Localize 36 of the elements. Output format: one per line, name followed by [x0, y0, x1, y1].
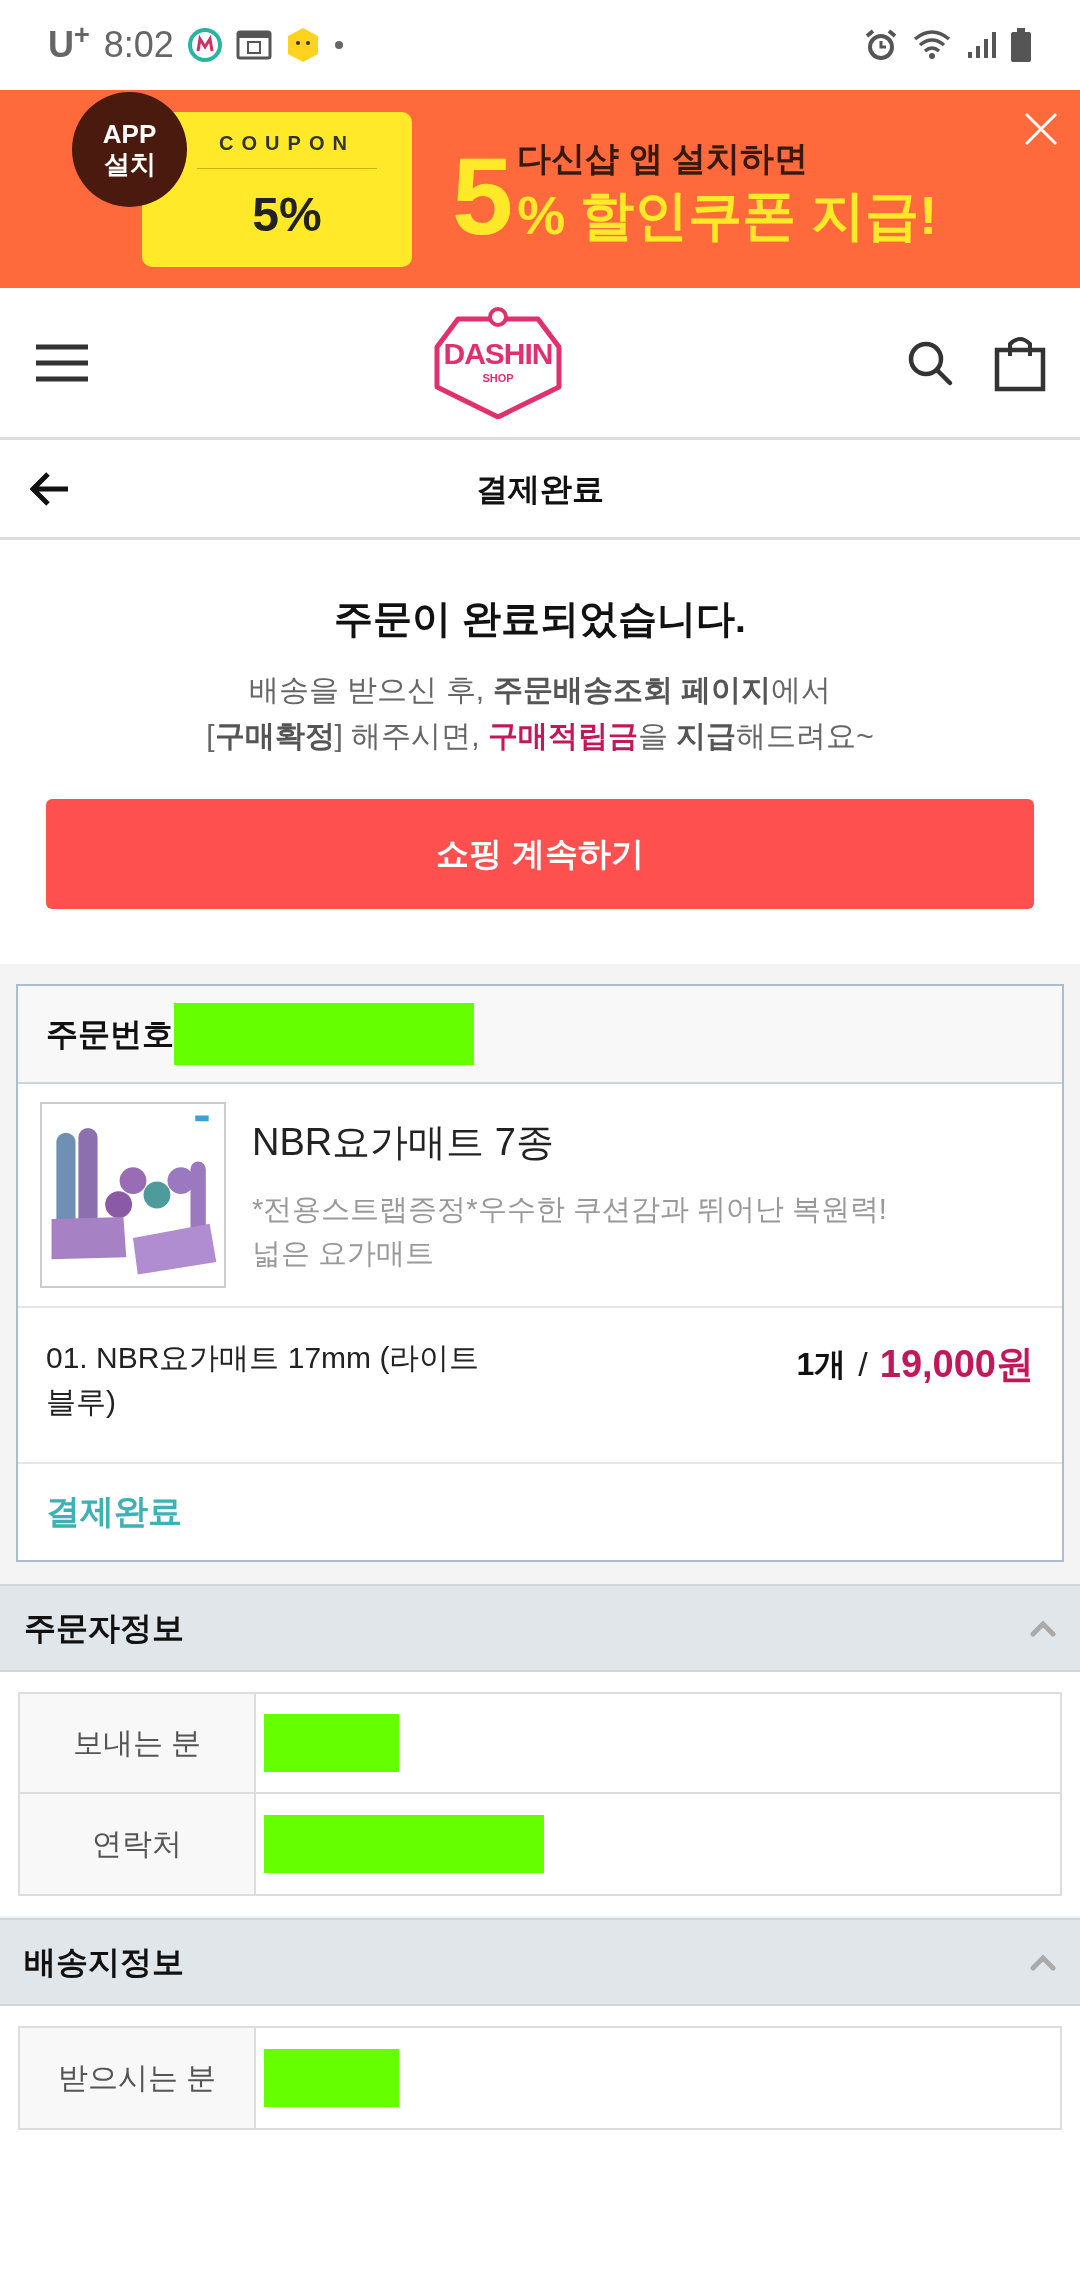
- field-label: 받으시는 분: [57, 2060, 217, 2096]
- notification-dot-icon: [333, 40, 344, 50]
- banner-subtitle: 다신샵 앱 설치하면: [517, 137, 810, 179]
- wifi-icon: [912, 29, 952, 61]
- field-label: 연락처: [92, 1826, 182, 1862]
- separator: /: [858, 1343, 868, 1385]
- banner-big-digit: 5: [452, 145, 514, 246]
- app-m-icon: [187, 28, 222, 62]
- banner-title: % 할인쿠폰 지급!: [517, 183, 938, 246]
- payment-status: 결제완료: [46, 1491, 182, 1532]
- signal-icon: [966, 30, 996, 60]
- field-label: 보내는 분: [72, 1725, 202, 1761]
- alarm-icon: [864, 28, 898, 62]
- back-arrow-icon[interactable]: [30, 470, 70, 507]
- option-name: 01. NBR요가매트 17mm (라이트 블루): [46, 1339, 481, 1420]
- carrier-label: U$^{+}$: [48, 18, 90, 67]
- section-header[interactable]: 배송지정보: [0, 1917, 1080, 2006]
- completion-message: 배송을 받으신 후, 주문배송조회 페이지에서: [249, 671, 831, 708]
- battery-icon: [1010, 28, 1032, 62]
- window-icon: [235, 30, 272, 60]
- quantity: 1개: [796, 1345, 847, 1384]
- price: 19,000원: [879, 1341, 1034, 1387]
- product-description: *전용스트랩증정*우수한 쿠션감과 뛰어난 복원력! 넓은 요가매트: [252, 1191, 888, 1271]
- app-install-badge: APP 설치: [72, 91, 187, 207]
- coupon-label: COUPON: [219, 130, 355, 156]
- page-title: 결제완료: [476, 469, 604, 509]
- section-header[interactable]: 주문자정보: [0, 1583, 1080, 1672]
- clock: 8:02: [103, 23, 174, 67]
- menu-icon[interactable]: [34, 342, 90, 383]
- close-icon[interactable]: [1024, 112, 1058, 146]
- order-number-label: 주문번호: [46, 1014, 174, 1054]
- hexagon-app-icon: [285, 27, 320, 63]
- coupon-value: 5%: [252, 186, 322, 243]
- product-name[interactable]: NBR요가매트 7종: [252, 1113, 942, 1171]
- completion-heading: 주문이 완료되었습니다.: [334, 596, 746, 642]
- completion-message: [구매확정] 해주시면, 구매적립금을 지급해드려요~: [206, 717, 874, 754]
